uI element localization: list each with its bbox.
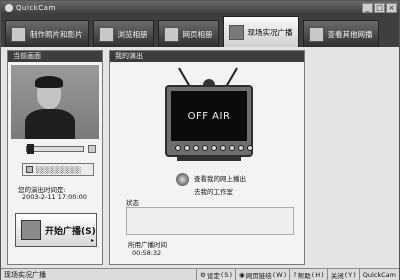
status-box	[126, 207, 294, 235]
view-online-link[interactable]: 查看我的网上播出	[194, 173, 246, 183]
start-button-label: 开始广播(S)	[45, 226, 96, 237]
volume-slider[interactable]	[26, 144, 84, 154]
arrow-icon: ▸	[90, 237, 94, 244]
close-button[interactable]: ×	[386, 3, 397, 13]
globe-icon	[176, 173, 189, 186]
current-view-panel: 当前画面 ░░░░░░░░░ 您的演出时间是: 2003-2-11 17:00:…	[7, 50, 103, 265]
camera-icon	[11, 26, 26, 42]
window-title: QuickCam	[16, 4, 56, 12]
window-controls: _ □ ×	[362, 3, 397, 13]
app-icon	[5, 4, 13, 12]
tab-web-album[interactable]: 网页相册	[157, 20, 219, 47]
status-label: 状态	[126, 199, 139, 207]
tab-view-other-broadcasts[interactable]: 查看其他网播	[302, 20, 379, 47]
status-text: 现场实况广播	[4, 270, 46, 279]
clock-icon	[26, 166, 33, 173]
status-bar: 现场实况广播 ⚙ 设定(S) ◉ 网页链结(W) ? 帮助(H) 关闭(Y) Q…	[1, 268, 399, 280]
quickcam-logo: QuickCam	[358, 269, 399, 280]
tv-screen: OFF AIR	[171, 91, 247, 141]
tab-label: 查看其他网播	[327, 29, 373, 39]
settings-button[interactable]: ⚙ 设定(S)	[195, 269, 235, 280]
web-album-icon	[163, 26, 179, 42]
tv-icon: OFF AIR	[165, 65, 253, 161]
schedule-value: 2003-2-11 17:00:00	[22, 193, 87, 201]
book-icon	[308, 26, 324, 42]
globe-small-icon: ◉	[239, 270, 245, 279]
webcam-preview	[11, 65, 99, 139]
app-window: QuickCam _ □ × 制作照片和影片 浏览相册 网页相册 现场实况广播 …	[0, 0, 400, 280]
minimize-button[interactable]: _	[362, 3, 373, 13]
schedule-button-label: ░░░░░░░░░	[36, 165, 81, 174]
album-icon	[98, 26, 114, 42]
tab-make-photos[interactable]: 制作照片和影片	[5, 20, 89, 47]
start-broadcast-button[interactable]: 开始广播(S) ▸	[15, 213, 97, 247]
broadcast-time-label: 所用广播时间	[128, 241, 167, 249]
close-app-button[interactable]: 关闭(Y)	[326, 269, 359, 280]
off-air-text: OFF AIR	[187, 110, 231, 122]
panel-header: 我的演出	[110, 51, 304, 62]
tab-label: 浏览相册	[117, 29, 148, 39]
tab-live-broadcast[interactable]: 现场实况广播	[222, 16, 299, 47]
slider-end-button[interactable]	[88, 145, 96, 153]
tab-bar: 制作照片和影片 浏览相册 网页相册 现场实况广播 查看其他网播	[1, 15, 399, 47]
panel-header: 当前画面	[8, 51, 102, 62]
show-links: 查看我的网上播出 去我的工作室	[176, 173, 246, 196]
title-bar: QuickCam _ □ ×	[1, 1, 399, 15]
broadcast-time-value: 00:58:32	[132, 249, 162, 257]
my-show-panel: 我的演出 OFF AIR 查看我的网上播出 去我的工作室 状态 所用广播时间 0…	[109, 50, 305, 265]
slider-knob[interactable]	[26, 144, 34, 154]
tab-label: 制作照片和影片	[30, 29, 83, 39]
broadcast-icon	[228, 24, 244, 40]
tab-browse-album[interactable]: 浏览相册	[92, 20, 154, 47]
tab-label: 网页相册	[182, 29, 213, 39]
broadcast-start-icon	[21, 220, 41, 240]
schedule-show-button[interactable]: ░░░░░░░░░	[22, 163, 94, 176]
maximize-button[interactable]: □	[374, 3, 385, 13]
help-icon: ?	[293, 270, 297, 279]
gear-icon: ⚙	[199, 270, 206, 279]
tab-label: 现场实况广播	[247, 27, 293, 37]
web-links-button[interactable]: ◉ 网页链结(W)	[235, 269, 289, 280]
go-studio-link[interactable]: 去我的工作室	[194, 186, 246, 196]
help-button[interactable]: ? 帮助(H)	[289, 269, 326, 280]
